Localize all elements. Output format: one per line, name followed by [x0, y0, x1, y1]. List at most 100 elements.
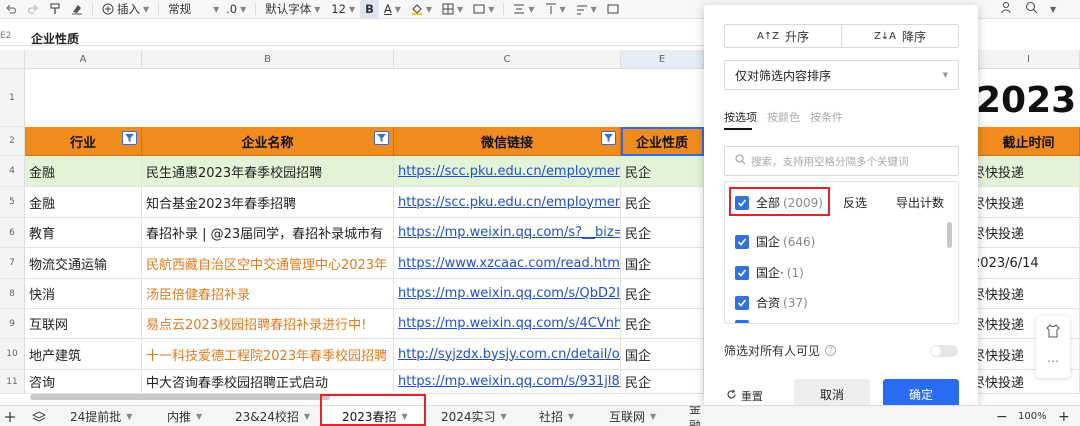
- cell-company[interactable]: 中大咨询春季校园招聘正式启动: [142, 370, 394, 394]
- cell-type[interactable]: 民企: [621, 156, 704, 187]
- search-icon[interactable]: [1025, 1, 1038, 18]
- fill-color-icon[interactable]: ▼: [406, 0, 437, 18]
- invert-selection-button[interactable]: 反选: [843, 194, 867, 211]
- decimal-button[interactable]: .0 ▼: [221, 0, 251, 18]
- clear-format-icon[interactable]: [66, 0, 88, 18]
- cell-deadline[interactable]: 尽快投递: [978, 279, 1080, 309]
- link-text[interactable]: http://syjzdx.bysjy.com.cn/detail/onlin: [398, 347, 620, 362]
- cell-industry[interactable]: 物流交通运输: [25, 248, 142, 279]
- link-text[interactable]: https://scc.pku.edu.cn/employment_2: [398, 164, 620, 179]
- cell-industry[interactable]: 快消: [25, 279, 142, 309]
- redo-icon[interactable]: [22, 0, 44, 18]
- filter-search-input[interactable]: 搜索，支持用空格分隔多个关键词: [724, 146, 959, 176]
- link-text[interactable]: https://www.xzcaac.com/read.html?id: [398, 256, 620, 271]
- column-header-i[interactable]: I: [978, 50, 1080, 69]
- reset-button[interactable]: 重置: [726, 388, 763, 404]
- row-header-4[interactable]: 4: [0, 156, 25, 187]
- header-type[interactable]: 企业性质: [621, 127, 704, 156]
- cell-industry[interactable]: 金融: [25, 187, 142, 218]
- link-text[interactable]: https://mp.weixin.qq.com/s/931jl8Ht1: [398, 374, 620, 389]
- row-header-8[interactable]: 8: [0, 279, 25, 309]
- visible-toggle[interactable]: [930, 345, 958, 357]
- cell-type[interactable]: 民企: [621, 279, 704, 309]
- cell-company[interactable]: 知合基金2023年春季招聘: [142, 187, 394, 218]
- select-all-corner[interactable]: [0, 50, 25, 69]
- cell-industry[interactable]: 咨询: [25, 370, 142, 394]
- row-header-5[interactable]: 5: [0, 187, 25, 218]
- cell-link[interactable]: https://www.xzcaac.com/read.html?id: [394, 248, 621, 279]
- sheet-tab[interactable]: 24提前批 ▼: [70, 406, 132, 426]
- cell-company[interactable]: 十一科技爱德工程院2023年春季校园招聘: [142, 339, 394, 370]
- filter-icon[interactable]: [601, 131, 616, 145]
- list-scrollbar[interactable]: [947, 222, 952, 248]
- option-item[interactable]: 合资 (37): [735, 294, 808, 311]
- checkbox-checked-icon[interactable]: [735, 295, 749, 310]
- cell-reference[interactable]: E2: [0, 31, 11, 41]
- filter-icon[interactable]: [374, 131, 389, 145]
- cell-link[interactable]: https://mp.weixin.qq.com/s/931jl8Ht1: [394, 370, 621, 394]
- tab-by-option[interactable]: 按选项: [724, 109, 757, 130]
- header-deadline[interactable]: 截止时间: [978, 127, 1080, 156]
- merge-icon[interactable]: ▼: [468, 0, 499, 18]
- cell-link[interactable]: http://syjzdx.bysjy.com.cn/detail/onlin: [394, 339, 621, 370]
- cell-type[interactable]: 民企: [621, 370, 704, 394]
- cell-link[interactable]: https://mp.weixin.qq.com/s/QbD2In8: [394, 279, 621, 309]
- tab-by-condition[interactable]: 按条件: [810, 109, 843, 125]
- header-link[interactable]: 微信链接: [394, 127, 621, 156]
- sort-scope-select[interactable]: 仅对筛选内容排序 ▼: [724, 60, 959, 90]
- checkbox-checked-icon[interactable]: [735, 265, 749, 280]
- cell-type[interactable]: 民企: [621, 187, 704, 218]
- cell-deadline[interactable]: 尽快投递: [978, 187, 1080, 218]
- header-industry[interactable]: 行业: [25, 127, 142, 156]
- border-icon[interactable]: ▼: [437, 0, 468, 18]
- cell-company[interactable]: 易点云2023校园招聘春招补录进行中!: [142, 309, 394, 339]
- column-header-b[interactable]: B: [142, 50, 394, 69]
- filter-icon[interactable]: [122, 131, 137, 145]
- cell-deadline[interactable]: 尽快投递: [978, 218, 1080, 248]
- cell-company[interactable]: 汤臣倍健春招补录: [142, 279, 394, 309]
- cell-company[interactable]: 民生通惠2023年春季校园招聘: [142, 156, 394, 187]
- cell-type[interactable]: 国企: [621, 339, 704, 370]
- wrap-icon[interactable]: ▼: [571, 0, 602, 18]
- valign-icon[interactable]: ▼: [540, 0, 571, 18]
- sheet-list-icon[interactable]: [32, 406, 46, 426]
- rotate-icon[interactable]: [602, 0, 624, 18]
- option-all[interactable]: 全部 (2009): [735, 194, 823, 211]
- link-text[interactable]: https://mp.weixin.qq.com/s/4CVnhu3: [398, 316, 620, 331]
- undo-icon[interactable]: [0, 0, 22, 18]
- link-text[interactable]: https://mp.weixin.qq.com/s?__biz=M: [398, 225, 620, 240]
- zoom-in-icon[interactable]: +: [1058, 406, 1070, 426]
- sheet-tab[interactable]: 2024实习 ▼: [441, 406, 507, 426]
- sheet-tab[interactable]: 互联网 ▼: [609, 406, 656, 426]
- row-header-6[interactable]: 6: [0, 218, 25, 248]
- tab-by-color[interactable]: 按颜色: [767, 109, 800, 125]
- header-company[interactable]: 企业名称: [142, 127, 394, 156]
- row-header-2[interactable]: 2: [0, 127, 25, 156]
- checkbox-checked-icon[interactable]: [735, 320, 749, 323]
- align-icon[interactable]: ▼: [508, 0, 539, 18]
- option-item[interactable]: 国企· (1): [735, 264, 804, 281]
- row-header-11[interactable]: 11: [0, 370, 25, 394]
- font-color-button[interactable]: A ▼: [379, 0, 406, 18]
- checkbox-checked-icon[interactable]: [735, 234, 749, 249]
- column-header-a[interactable]: A: [25, 50, 142, 69]
- sheet-tab[interactable]: 社招 ▼: [539, 406, 574, 426]
- sort-asc-button[interactable]: A↑Z 升序: [725, 25, 841, 47]
- formula-content[interactable]: 企业性质: [31, 30, 79, 47]
- zoom-out-icon[interactable]: −: [996, 406, 1008, 426]
- cell-type[interactable]: 民企: [621, 218, 704, 248]
- link-text[interactable]: https://scc.pku.edu.cn/employment_2: [398, 195, 620, 210]
- font-family-select[interactable]: 默认字体 ▼: [260, 0, 326, 18]
- format-painter-icon[interactable]: [44, 0, 66, 18]
- cell-link[interactable]: https://mp.weixin.qq.com/s?__biz=M: [394, 218, 621, 248]
- cell-type[interactable]: 民企: [621, 309, 704, 339]
- column-header-e[interactable]: E: [621, 50, 704, 69]
- row-header-1[interactable]: 1: [0, 69, 25, 127]
- cell-deadline[interactable]: 2023/6/14: [978, 248, 1080, 279]
- font-size-select[interactable]: 12 ▼: [326, 0, 360, 18]
- link-text[interactable]: https://mp.weixin.qq.com/s/QbD2In8: [398, 286, 620, 301]
- checkbox-checked-icon[interactable]: [735, 195, 749, 210]
- sheet-tab[interactable]: 内推 ▼: [167, 406, 202, 426]
- cell-type[interactable]: 国企: [621, 248, 704, 279]
- cell-deadline[interactable]: 尽快投递: [978, 156, 1080, 187]
